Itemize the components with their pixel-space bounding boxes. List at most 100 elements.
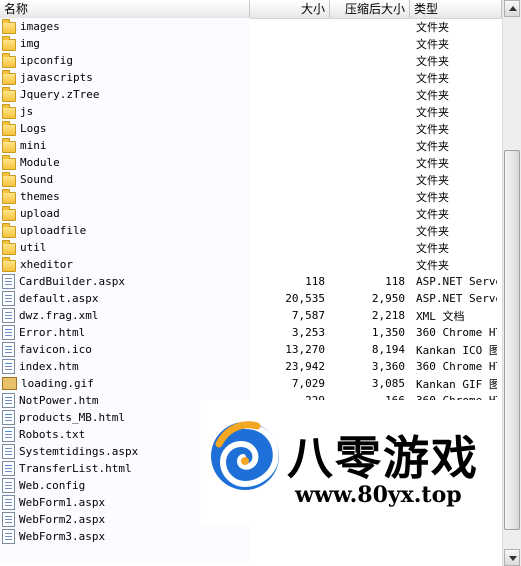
file-name-cell: xheditor [0,256,250,272]
file-name-label: dwz.frag.xml [19,309,99,322]
file-name-label: Robots.txt [19,428,86,441]
file-row[interactable]: Error.html 3,253 1,350 360 Chrome HTM [0,324,502,341]
file-name-label: index.htm [19,360,79,373]
folder-icon [2,103,16,119]
page-file-icon [2,359,15,374]
folder-icon [2,205,16,221]
file-compressed-size-cell: 8,194 [371,343,405,356]
file-compressed-size-cell: 3,085 [371,377,405,390]
file-row[interactable]: images 文件夹 [0,18,502,35]
scroll-thumb[interactable] [504,150,520,530]
file-name-cell: upload [0,205,250,221]
file-name-label: themes [20,190,60,203]
file-type-cell: 文件夹 [416,105,449,119]
file-type-cell: ASP.NET Server [416,275,497,288]
file-row[interactable]: index.htm 23,942 3,360 360 Chrome HTM [0,358,502,375]
file-name-cell: themes [0,188,250,204]
file-row[interactable]: loading.gif 7,029 3,085 Kankan GIF 图像 [0,375,502,392]
file-name-label: javascripts [20,71,93,84]
file-type-cell: 文件夹 [416,139,449,153]
scroll-up-button[interactable] [504,0,520,17]
file-name-label: WebForm2.aspx [19,513,106,526]
file-type-cell: 360 Chrome HTM [416,360,497,373]
folder-icon [2,222,16,238]
file-row[interactable]: themes 文件夹 [0,188,502,205]
aspx-file-icon [2,274,15,289]
folder-icon [2,52,16,68]
page-file-icon [2,342,15,357]
file-name-label: upload [20,207,60,220]
file-name-cell: Sound [0,171,250,187]
file-row[interactable]: js 文件夹 [0,103,502,120]
column-header-type[interactable]: 类型 [410,0,502,18]
watermark-overlay: 八零游戏 www.80yx.top [201,400,502,525]
file-compressed-size-cell: 2,218 [371,309,405,322]
file-row[interactable]: uploadfile 文件夹 [0,222,502,239]
aspx-file-icon [2,444,15,459]
file-name-label: products_MB.html [19,411,125,424]
aspx-file-icon [2,512,15,527]
column-header-size[interactable]: 大小 [250,0,330,18]
folder-icon [2,69,16,85]
folder-icon [2,120,16,136]
file-name-cell: Error.html [0,325,250,340]
column-header-compressed[interactable]: 压缩后大小 [330,0,410,18]
folder-icon [2,188,16,204]
file-name-label: WebForm1.aspx [19,496,106,509]
file-name-label: Logs [20,122,47,135]
file-name-cell: Module [0,154,250,170]
file-size-cell: 7,587 [291,309,325,322]
file-name-cell: CardBuilder.aspx [0,274,250,289]
scroll-down-button[interactable] [504,549,520,566]
file-name-label: loading.gif [21,377,94,390]
file-name-label: js [20,105,34,118]
file-compressed-size-cell: 3,360 [371,360,405,373]
file-row[interactable]: Jquery.zTree 文件夹 [0,86,502,103]
file-type-cell: 文件夹 [416,71,449,85]
file-name-label: CardBuilder.aspx [19,275,125,288]
aspx-file-icon [2,529,15,544]
file-row[interactable]: Logs 文件夹 [0,120,502,137]
file-size-cell: 7,029 [291,377,325,390]
page-file-icon [2,410,15,425]
file-name-cell: javascripts [0,69,250,85]
file-name-label: Web.config [19,479,86,492]
file-type-cell: Kankan ICO 图像 [416,343,497,357]
file-row[interactable]: javascripts 文件夹 [0,69,502,86]
page-file-icon [2,461,15,476]
file-type-cell: Kankan GIF 图像 [416,377,497,391]
file-type-cell: 文件夹 [416,258,449,272]
file-row[interactable]: mini 文件夹 [0,137,502,154]
file-row[interactable]: img 文件夹 [0,35,502,52]
page-file-icon [2,393,15,408]
swirl-logo-icon [211,421,279,490]
vertical-scrollbar[interactable] [502,0,521,566]
file-name-cell: dwz.frag.xml [0,308,250,323]
file-row[interactable]: dwz.frag.xml 7,587 2,218 XML 文档 [0,307,502,324]
file-name-cell: index.htm [0,359,250,374]
column-header-name[interactable]: 名称 [0,0,250,18]
file-name-label: uploadfile [20,224,87,237]
aspx-file-icon [2,291,15,306]
file-row[interactable]: Sound 文件夹 [0,171,502,188]
file-row[interactable]: CardBuilder.aspx 118 118 ASP.NET Server [0,273,502,290]
folder-icon [2,256,16,272]
file-row[interactable]: upload 文件夹 [0,205,502,222]
file-type-cell: 文件夹 [416,54,449,68]
file-compressed-size-cell: 2,950 [371,292,405,305]
file-row[interactable]: Module 文件夹 [0,154,502,171]
file-type-cell: 文件夹 [416,173,449,187]
folder-icon [2,137,16,153]
folder-icon [2,154,16,170]
file-row[interactable]: default.aspx 20,535 2,950 ASP.NET Server [0,290,502,307]
file-size-cell: 118 [305,275,325,288]
file-row[interactable]: ipconfig 文件夹 [0,52,502,69]
file-row[interactable]: xheditor 文件夹 [0,256,502,273]
watermark-title: 八零游戏 [287,431,479,485]
file-row[interactable]: util 文件夹 [0,239,502,256]
page-file-icon [2,427,15,442]
file-row[interactable]: favicon.ico 13,270 8,194 Kankan ICO 图像 [0,341,502,358]
page-file-icon [2,325,15,340]
file-name-cell: default.aspx [0,291,250,306]
file-row[interactable]: WebForm3.aspx [0,528,502,545]
